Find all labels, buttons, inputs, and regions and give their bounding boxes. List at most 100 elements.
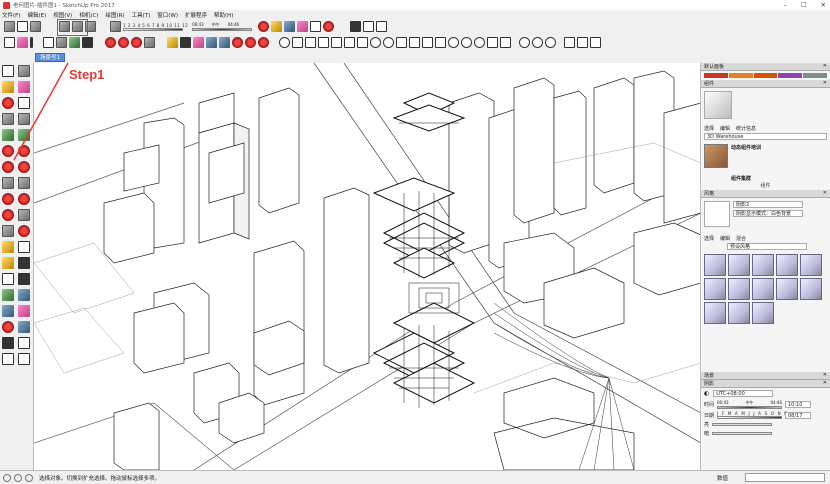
- shadow-month-track[interactable]: [123, 27, 183, 31]
- style-thumb[interactable]: [752, 254, 774, 276]
- axes-tool-icon[interactable]: [2, 273, 14, 285]
- solid-tools-icon[interactable]: [4, 21, 15, 32]
- left-view-icon[interactable]: [435, 37, 446, 48]
- components-close-icon[interactable]: ✕: [823, 80, 827, 86]
- eraser-tool-icon[interactable]: [18, 81, 30, 93]
- pan-icon[interactable]: [219, 37, 230, 48]
- intersect-icon[interactable]: [2, 225, 14, 237]
- component-icon[interactable]: [17, 21, 28, 32]
- zoom-icon[interactable]: [284, 21, 296, 32]
- components-header[interactable]: 组件 ✕: [701, 80, 830, 88]
- menu-view[interactable]: 视图(V): [53, 11, 72, 19]
- zoom-extents-icon[interactable]: [310, 21, 322, 32]
- circle-icon[interactable]: [69, 37, 80, 48]
- pan-tool-icon[interactable]: [18, 289, 30, 301]
- iso-view-icon[interactable]: [370, 37, 381, 48]
- extension-warehouse-icon[interactable]: [545, 37, 556, 48]
- rectangle-tool-icon[interactable]: [2, 113, 14, 125]
- line-icon[interactable]: [43, 37, 54, 48]
- swatch-5[interactable]: [803, 73, 827, 78]
- tape-tool-icon[interactable]: [2, 241, 14, 253]
- eraser-icon[interactable]: [17, 37, 28, 48]
- menu-edit[interactable]: 编辑(E): [27, 11, 46, 19]
- dimension-tool-icon[interactable]: [18, 241, 30, 253]
- walk-icon[interactable]: [350, 21, 362, 32]
- select-icon[interactable]: [4, 37, 15, 48]
- monochrome-icon[interactable]: [357, 37, 368, 48]
- style-thumb[interactable]: [776, 278, 798, 300]
- scenes-close-icon[interactable]: ✕: [823, 372, 827, 378]
- styles-close-icon[interactable]: ✕: [823, 190, 827, 196]
- menu-extensions[interactable]: 扩展程序: [185, 11, 207, 19]
- text-icon[interactable]: [180, 37, 191, 48]
- section-plane-icon[interactable]: [271, 21, 283, 32]
- walk-tool-icon[interactable]: [2, 353, 14, 365]
- tape-measure-icon[interactable]: [167, 37, 178, 48]
- paint-tool-icon[interactable]: [2, 81, 14, 93]
- style-thumb[interactable]: [800, 254, 822, 276]
- rotate-tool-icon[interactable]: [18, 193, 30, 205]
- look-around-icon[interactable]: [363, 21, 375, 32]
- make-component-icon[interactable]: [18, 65, 30, 77]
- hidden-line-icon[interactable]: [318, 37, 329, 48]
- three-point-arc-icon[interactable]: [2, 161, 14, 173]
- sun-icon[interactable]: [474, 37, 485, 48]
- time-slider[interactable]: [717, 406, 782, 409]
- menu-camera[interactable]: 相机(C): [79, 11, 98, 19]
- style-thumb[interactable]: [704, 302, 726, 324]
- perspective-icon[interactable]: [448, 37, 459, 48]
- top-view-icon[interactable]: [383, 37, 394, 48]
- solid-outer-shell-icon[interactable]: [18, 225, 30, 237]
- right-view-icon[interactable]: [409, 37, 420, 48]
- two-point-icon[interactable]: [461, 37, 472, 48]
- maximize-button[interactable]: ☐: [801, 1, 807, 9]
- layout-icon[interactable]: [564, 37, 575, 48]
- swatch-4[interactable]: [778, 73, 803, 78]
- fog-icon[interactable]: [258, 21, 270, 32]
- back-edges-icon[interactable]: [292, 37, 303, 48]
- model-info-icon[interactable]: [532, 37, 543, 48]
- export-icon[interactable]: [577, 37, 588, 48]
- 3d-text-tool-icon[interactable]: [18, 273, 30, 285]
- offset-tool-icon[interactable]: [144, 37, 155, 48]
- pie-tool-icon[interactable]: [18, 161, 30, 173]
- help-status-icon[interactable]: [25, 473, 33, 482]
- style-thumb[interactable]: [728, 254, 750, 276]
- xray-icon[interactable]: [279, 37, 290, 48]
- back-view-icon[interactable]: [422, 37, 433, 48]
- menu-tools[interactable]: 工具(T): [132, 11, 151, 19]
- scale-tool-icon[interactable]: [2, 209, 14, 221]
- paint-bucket-icon[interactable]: [232, 37, 243, 48]
- layers-icon[interactable]: [500, 37, 511, 48]
- previous-view-icon[interactable]: [323, 21, 335, 32]
- sandbox-icon[interactable]: [245, 37, 256, 48]
- textured-icon[interactable]: [344, 37, 355, 48]
- position-camera-tool-icon[interactable]: [2, 337, 14, 349]
- orbit-tool-icon[interactable]: [2, 289, 14, 301]
- styles-tab-mix[interactable]: 混合: [736, 235, 746, 242]
- component-list-item[interactable]: 动态组件培训: [701, 141, 830, 175]
- zoom-window-icon[interactable]: [297, 21, 309, 32]
- offset-tool-icon-left[interactable]: [18, 209, 30, 221]
- warehouse-search-input[interactable]: 3D Warehouse: [704, 133, 827, 140]
- orbit-icon[interactable]: [206, 37, 217, 48]
- measurements-input[interactable]: [745, 473, 825, 482]
- styles-tab-select[interactable]: 选择: [704, 235, 714, 242]
- style-thumb[interactable]: [728, 302, 750, 324]
- move-icon[interactable]: [105, 37, 116, 48]
- push-pull-tool-icon[interactable]: [2, 177, 14, 189]
- two-point-arc-icon[interactable]: [18, 145, 30, 157]
- menu-help[interactable]: 帮助(H): [214, 11, 233, 19]
- shadows-header[interactable]: 阴影 ✕: [701, 380, 830, 388]
- rotated-rectangle-icon[interactable]: [18, 113, 30, 125]
- close-button[interactable]: ✕: [821, 1, 826, 9]
- freehand-tool-icon[interactable]: [18, 97, 30, 109]
- select-tool-icon[interactable]: [2, 65, 14, 77]
- tray-close-icon[interactable]: ✕: [823, 63, 827, 69]
- text-tool-icon[interactable]: [18, 257, 30, 269]
- zoom-window-tool-icon[interactable]: [18, 305, 30, 317]
- look-around-tool-icon[interactable]: [18, 337, 30, 349]
- swatch-1[interactable]: [704, 73, 728, 78]
- style-thumb[interactable]: [752, 302, 774, 324]
- rotate-icon[interactable]: [118, 37, 129, 48]
